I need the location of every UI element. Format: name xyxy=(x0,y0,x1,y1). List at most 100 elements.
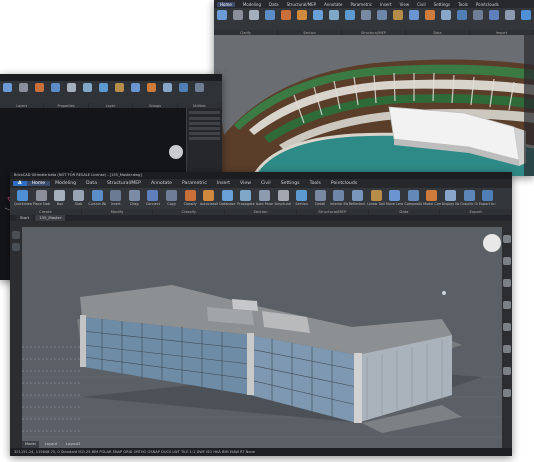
topright-tab[interactable]: Modeling xyxy=(243,2,261,7)
left-ribbon-button[interactable] xyxy=(99,83,108,92)
main-ribbon-button[interactable]: Section xyxy=(293,190,311,206)
topright-tab[interactable]: Insert xyxy=(380,2,391,7)
tool-location-icon[interactable] xyxy=(503,257,511,265)
topright-ribbon-button[interactable] xyxy=(265,10,275,20)
topright-ribbon-button[interactable] xyxy=(345,10,355,20)
tool-bulb-icon[interactable] xyxy=(503,235,511,243)
left-ribbon-button[interactable] xyxy=(3,83,12,92)
main-ribbon-button[interactable]: Place Slab xyxy=(33,190,51,206)
left-ribbon-button[interactable] xyxy=(19,83,28,92)
main-ribbon-button[interactable]: Display Notes and Tools xyxy=(442,190,459,206)
topright-ribbon-button[interactable] xyxy=(233,10,243,20)
topright-ribbon-button[interactable] xyxy=(313,10,323,20)
main-viewport[interactable] xyxy=(22,227,502,448)
topright-viewport[interactable] xyxy=(214,35,534,176)
tool-hand-icon[interactable] xyxy=(503,367,511,375)
tool-home-icon[interactable] xyxy=(12,231,20,239)
main-ribbon-button[interactable]: Insert xyxy=(107,190,125,206)
left-ribbon-button[interactable] xyxy=(83,83,92,92)
topright-ribbon-button[interactable] xyxy=(457,10,467,20)
main-menu-item[interactable]: Annotate xyxy=(146,181,177,186)
topright-ribbon-button[interactable] xyxy=(425,10,435,20)
main-layout-tab[interactable]: Layout1 xyxy=(63,441,84,448)
main-ribbon-button[interactable]: Structural Location xyxy=(274,190,292,206)
tool-box-icon[interactable] xyxy=(503,345,511,353)
topright-ribbon-button[interactable] xyxy=(409,10,419,20)
main-ribbon-button[interactable]: Copy xyxy=(163,190,181,206)
main-menu-item[interactable]: View xyxy=(235,181,256,186)
main-ribbon-button[interactable]: Reflected Ceiling Plan xyxy=(349,190,366,206)
topright-tab[interactable]: Settings xyxy=(434,2,450,7)
left-ribbon-button[interactable] xyxy=(131,83,140,92)
main-menu-item[interactable]: Insert xyxy=(212,181,235,186)
main-ribbon-button[interactable]: Interior Elevations xyxy=(330,190,348,206)
main-ribbon-button[interactable]: Graphic Overview xyxy=(460,190,478,206)
main-ribbon-button[interactable]: Composition Level of Detail xyxy=(404,190,422,206)
left-ribbon-button[interactable] xyxy=(179,83,188,92)
topright-ribbon-button[interactable] xyxy=(377,10,387,20)
main-ribbon-button[interactable]: Curtain Wall xyxy=(88,190,106,206)
tool-settings-icon[interactable] xyxy=(503,301,511,309)
main-ribbon-button[interactable]: Quickdraw xyxy=(14,190,32,206)
topright-ribbon-button[interactable] xyxy=(521,10,531,20)
topright-ribbon-button[interactable] xyxy=(361,10,371,20)
main-ribbon-button[interactable]: Box xyxy=(51,190,69,206)
topright-ribbon-button[interactable] xyxy=(217,10,227,20)
topright-tab[interactable]: Civil xyxy=(417,2,426,7)
main-doc-tab[interactable]: Start xyxy=(16,215,34,221)
main-menu-item[interactable]: Home xyxy=(26,181,51,186)
main-ribbon-button[interactable]: Auto Parametrize xyxy=(256,190,273,206)
topright-tab[interactable]: Structural/MEP xyxy=(287,2,317,7)
topright-tab[interactable]: View xyxy=(400,2,410,7)
left-ribbon-button[interactable] xyxy=(35,83,44,92)
main-layout-tab[interactable]: Model xyxy=(22,441,39,448)
main-ribbon-button[interactable]: Database xyxy=(219,190,237,206)
main-ribbon-button[interactable]: Model Composition Surfaces xyxy=(423,190,441,206)
main-menu-item[interactable]: Pointclouds xyxy=(326,181,362,186)
left-ribbon-button[interactable] xyxy=(147,83,156,92)
topright-ribbon-button[interactable] xyxy=(249,10,259,20)
topright-tab[interactable]: Data xyxy=(269,2,279,7)
main-ribbon-button[interactable]: Export to IFC xyxy=(479,190,496,206)
topright-tab[interactable]: Annotate xyxy=(324,2,342,7)
topright-ribbon-button[interactable] xyxy=(473,10,483,20)
main-menu-item[interactable]: Modeling xyxy=(50,181,81,186)
main-ribbon-button[interactable]: Move Level xyxy=(386,190,403,206)
tool-cube-icon[interactable] xyxy=(503,323,511,331)
main-menu-item[interactable]: Structural/MEP xyxy=(102,181,146,186)
main-ribbon-button[interactable]: Slab xyxy=(70,190,88,206)
tool-layers-icon[interactable] xyxy=(12,243,20,251)
topright-tab[interactable]: Pointclouds xyxy=(476,2,499,7)
main-menu-item[interactable]: Settings xyxy=(276,181,305,186)
main-ribbon-button[interactable]: Detail xyxy=(312,190,330,206)
topright-ribbon-button[interactable] xyxy=(329,10,339,20)
main-menu-item[interactable]: Parametric xyxy=(177,181,212,186)
left-ribbon-button[interactable] xyxy=(67,83,76,92)
main-ribbon-button[interactable]: Autoclassify xyxy=(200,190,218,206)
topright-ribbon-button[interactable] xyxy=(441,10,451,20)
topright-ribbon-button[interactable] xyxy=(489,10,499,20)
topright-ribbon-button[interactable] xyxy=(297,10,307,20)
topright-tab[interactable]: Home xyxy=(217,1,235,7)
left-ribbon-button[interactable] xyxy=(195,83,204,92)
left-ribbon-button[interactable] xyxy=(163,83,172,92)
main-menu-item[interactable]: A xyxy=(13,181,27,186)
tool-zoom-icon[interactable] xyxy=(503,389,511,397)
main-ribbon-button[interactable]: Classify xyxy=(181,190,199,206)
topright-ribbon-button[interactable] xyxy=(393,10,403,20)
topright-tab[interactable]: Parametric xyxy=(350,2,372,7)
left-ribbon-button[interactable] xyxy=(51,83,60,92)
main-menu-item[interactable]: Data xyxy=(81,181,102,186)
main-ribbon-button[interactable]: Linear Solid xyxy=(367,190,385,206)
main-layout-tab[interactable]: Layout xyxy=(42,441,60,448)
main-menu-item[interactable]: Civil xyxy=(256,181,276,186)
left-ribbon-button[interactable] xyxy=(115,83,124,92)
tool-eye-icon[interactable] xyxy=(503,279,511,287)
main-ribbon-button[interactable]: Propagate xyxy=(237,190,255,206)
main-menu-item[interactable]: Tools xyxy=(305,181,326,186)
topright-ribbon-button[interactable] xyxy=(505,10,515,20)
main-ribbon-button[interactable]: Drag xyxy=(126,190,144,206)
main-ribbon-button[interactable]: Connect xyxy=(144,190,162,206)
topright-ribbon-button[interactable] xyxy=(281,10,291,20)
topright-tab[interactable]: Tools xyxy=(458,2,468,7)
